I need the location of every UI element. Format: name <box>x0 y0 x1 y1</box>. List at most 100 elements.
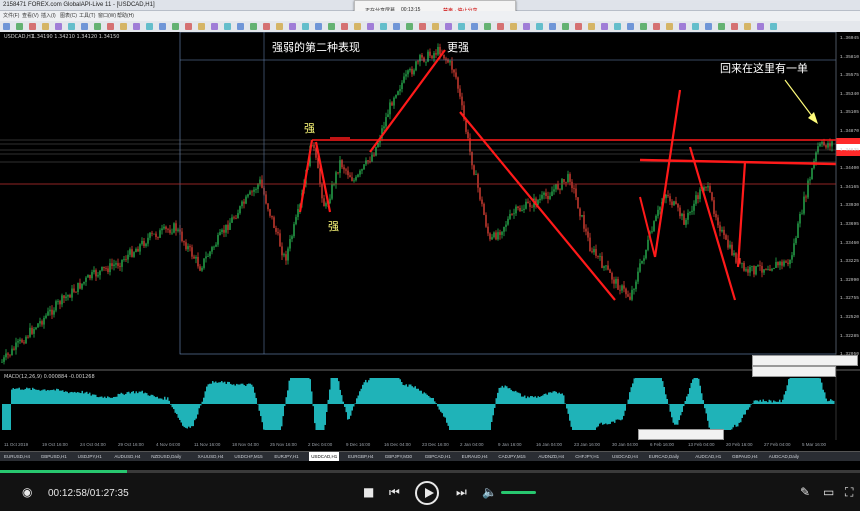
chart-tab[interactable]: USDCAD,H1 <box>309 452 340 461</box>
volume-icon[interactable]: 🔈 <box>482 486 497 498</box>
chart-tab[interactable]: EURUSD,H4 <box>2 452 32 461</box>
brush-icon[interactable]: ✎ <box>800 486 810 498</box>
toolbar-button[interactable] <box>445 23 452 30</box>
chart-tab[interactable]: XAUUSD,H4 <box>196 452 226 461</box>
toolbar-button[interactable] <box>237 23 244 30</box>
menu-item-charts[interactable]: 图表(C) <box>60 11 77 21</box>
toolbar-button[interactable] <box>471 23 478 30</box>
drawing-toolbar-top[interactable] <box>752 355 858 366</box>
toolbar-button[interactable] <box>653 23 660 30</box>
toolbar-button[interactable] <box>302 23 309 30</box>
toolbar-button[interactable] <box>614 23 621 30</box>
chart-tab[interactable]: USDJPY,H1 <box>76 452 104 461</box>
toolbar-button[interactable] <box>575 23 582 30</box>
toolbar-button[interactable] <box>55 23 62 30</box>
toolbar-button[interactable] <box>419 23 426 30</box>
toolbar-button[interactable] <box>81 23 88 30</box>
toolbar-button[interactable] <box>42 23 49 30</box>
chart-tab[interactable]: CHFJPY,H1 <box>573 452 601 461</box>
toolbar-button[interactable] <box>458 23 465 30</box>
toolbar-button[interactable] <box>679 23 686 30</box>
toolbar-button[interactable] <box>640 23 647 30</box>
toolbar-button[interactable] <box>718 23 725 30</box>
toolbar-button[interactable] <box>172 23 179 30</box>
toolbar-button[interactable] <box>250 23 257 30</box>
toolbar-button[interactable] <box>3 23 10 30</box>
toolbar-button[interactable] <box>289 23 296 30</box>
ime-toolbar[interactable] <box>638 429 724 440</box>
menu-item-insert[interactable]: 插入(I) <box>41 11 56 21</box>
chart-tab[interactable]: CADJPY,M15 <box>496 452 527 461</box>
toolbar-button[interactable] <box>770 23 777 30</box>
volume-slider[interactable] <box>501 491 537 494</box>
price-chart[interactable] <box>0 32 860 440</box>
chart-tab[interactable]: AUDUSD,H4 <box>112 452 142 461</box>
chart-tab[interactable]: GBPCAD,H1 <box>423 452 453 461</box>
chart-tab[interactable]: EURAUD,H4 <box>460 452 490 461</box>
toolbar-button[interactable] <box>692 23 699 30</box>
chart-area[interactable]: USDCAD,H1 1.34190 1.34210 1.34120 1.3415… <box>0 32 860 447</box>
toolbar-button[interactable] <box>757 23 764 30</box>
stop-button[interactable]: ■ <box>363 486 374 498</box>
chart-tab[interactable]: NZDUSD,Daily <box>149 452 183 461</box>
toolbar-button[interactable] <box>211 23 218 30</box>
chart-tab[interactable]: GBPAUD,H4 <box>730 452 760 461</box>
toolbar-button[interactable] <box>393 23 400 30</box>
chart-tab[interactable]: AUDCAD,Daily <box>767 452 801 461</box>
toolbar-button[interactable] <box>601 23 608 30</box>
toolbar-button[interactable] <box>263 23 270 30</box>
toolbar-button[interactable] <box>185 23 192 30</box>
toolbar-button[interactable] <box>549 23 556 30</box>
toolbar-button[interactable] <box>536 23 543 30</box>
toolbar-button[interactable] <box>523 23 530 30</box>
menu-item-help[interactable]: 帮助(H) <box>117 11 134 21</box>
toolbar-button[interactable] <box>276 23 283 30</box>
toolbar-button[interactable] <box>328 23 335 30</box>
chart-tab[interactable]: USDCAD,H4 <box>610 452 640 461</box>
screen-icon[interactable]: ▭ <box>823 486 834 498</box>
toolbar-button[interactable] <box>354 23 361 30</box>
toolbar-button[interactable] <box>133 23 140 30</box>
chart-tab[interactable]: EURJPY,H1 <box>272 452 300 461</box>
toolbar-button[interactable] <box>159 23 166 30</box>
chart-tab[interactable]: AUDCAD,H1 <box>693 452 723 461</box>
chart-tab[interactable]: GBPUSD,H1 <box>39 452 69 461</box>
previous-button[interactable]: ⏮ <box>389 486 400 498</box>
toolbar-button[interactable] <box>198 23 205 30</box>
play-button[interactable] <box>415 481 439 505</box>
toolbar-button[interactable] <box>562 23 569 30</box>
toolbar-button[interactable] <box>16 23 23 30</box>
toolbar-button[interactable] <box>29 23 36 30</box>
toolbar-button[interactable] <box>497 23 504 30</box>
menu-item-window[interactable]: 窗口(W) <box>98 11 116 21</box>
toolbar-button[interactable] <box>146 23 153 30</box>
toolbar-button[interactable] <box>744 23 751 30</box>
toolbar-button[interactable] <box>666 23 673 30</box>
toolbar-button[interactable] <box>94 23 101 30</box>
toolbar-button[interactable] <box>432 23 439 30</box>
toolbar-button[interactable] <box>68 23 75 30</box>
menu-item-tools[interactable]: 工具(T) <box>79 11 95 21</box>
toolbar-button[interactable] <box>406 23 413 30</box>
toolbar-button[interactable] <box>588 23 595 30</box>
chart-tab[interactable]: GBPJPY,M30 <box>383 452 414 461</box>
menu-item-view[interactable]: 查看(V) <box>22 11 39 21</box>
toolbar-button[interactable] <box>380 23 387 30</box>
toolbar-button[interactable] <box>120 23 127 30</box>
next-button[interactable]: ⏭ <box>456 486 467 498</box>
toolbar-button[interactable] <box>484 23 491 30</box>
menu-item-file[interactable]: 文件(F) <box>3 11 19 21</box>
fullscreen-icon[interactable]: ⛶ <box>845 486 853 498</box>
toolbar-button[interactable] <box>367 23 374 30</box>
toolbar-button[interactable] <box>224 23 231 30</box>
toolbar-button[interactable] <box>627 23 634 30</box>
toolbar-button[interactable] <box>107 23 114 30</box>
toolbar-button[interactable] <box>315 23 322 30</box>
toolbar-button[interactable] <box>341 23 348 30</box>
chart-tab[interactable]: EURGBP,H4 <box>346 452 375 461</box>
chart-tab[interactable]: EURCAD,Daily <box>647 452 681 461</box>
toolbar-button[interactable] <box>510 23 517 30</box>
record-icon[interactable]: ◉ <box>22 486 32 498</box>
toolbar-button[interactable] <box>731 23 738 30</box>
drawing-toolbar-colors[interactable] <box>752 366 836 377</box>
